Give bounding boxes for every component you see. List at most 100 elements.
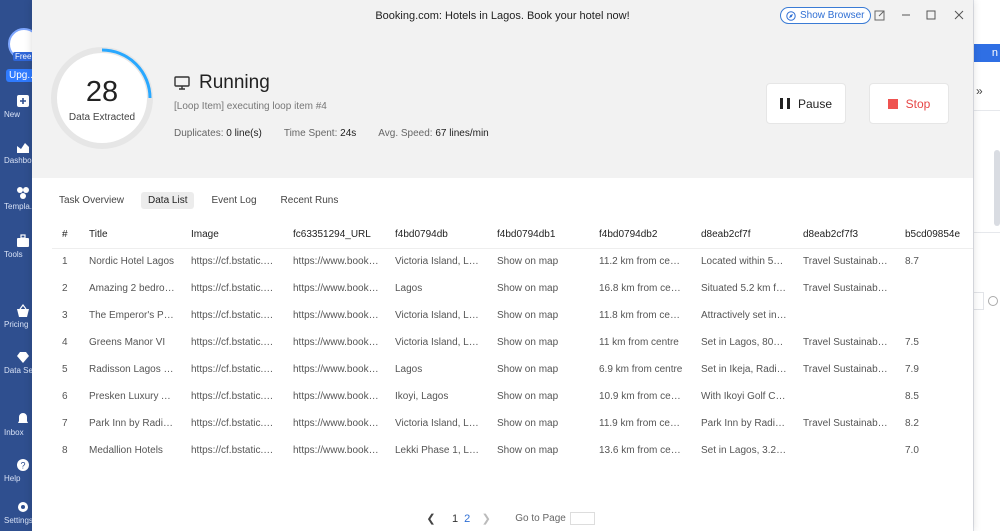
- minimize-icon[interactable]: [900, 9, 912, 21]
- table-cell: Travel Sustainable ...: [803, 418, 895, 429]
- tab-task-overview[interactable]: Task Overview: [52, 192, 131, 209]
- table-cell: [895, 302, 973, 329]
- goto-page-input[interactable]: [569, 512, 595, 525]
- column-header[interactable]: Title: [79, 222, 181, 249]
- chevron-left-icon[interactable]: ❮: [425, 512, 437, 525]
- dashboard-icon: [17, 143, 29, 153]
- table-cell: Show on map: [497, 337, 559, 348]
- column-header[interactable]: fc63351294_URL: [283, 222, 385, 249]
- maximize-icon[interactable]: [925, 9, 937, 21]
- sidebar-item-templates[interactable]: Templa...: [0, 186, 34, 211]
- page-1[interactable]: 1: [452, 513, 458, 525]
- table-cell: Victoria Island, Lag...: [395, 337, 487, 348]
- table-cell: https://cf.bstatic.co...: [191, 445, 283, 456]
- table-row[interactable]: 1 Nordic Hotel Lagos https://cf.bstatic.co…: [52, 248, 973, 275]
- duplicates-stat: Duplicates: 0 line(s): [174, 128, 262, 139]
- table-cell: Medallion Hotels: [89, 445, 163, 456]
- background-primary-button[interactable]: n: [974, 44, 1000, 62]
- table-cell: Attractively set in L...: [701, 310, 793, 321]
- table-cell: [895, 275, 973, 302]
- edit-icon[interactable]: [874, 9, 886, 21]
- free-badge: Free: [13, 52, 34, 61]
- page-2[interactable]: 2: [464, 513, 470, 525]
- table-cell: https://www.booki...: [293, 337, 380, 348]
- sidebar-item-new[interactable]: New: [0, 94, 34, 119]
- sidebar-item-settings[interactable]: Settings: [0, 500, 34, 525]
- table-cell: https://www.booki...: [293, 310, 380, 321]
- table-cell: Lagos: [395, 364, 423, 375]
- divider: [974, 232, 1000, 233]
- table-cell: Victoria Island, Lag...: [395, 310, 487, 321]
- tab-recent-runs[interactable]: Recent Runs: [274, 192, 346, 209]
- table-cell: Park Inn by Radiss...: [89, 418, 181, 429]
- upgrade-button[interactable]: Upg...: [6, 69, 34, 82]
- sidebar-item-inbox[interactable]: Inbox: [0, 412, 34, 437]
- app-sidebar: Free Upg... New Dashbo... Templa... Tool…: [0, 0, 34, 531]
- column-header[interactable]: d8eab2cf7f: [691, 222, 793, 249]
- table-cell: 8: [62, 445, 68, 456]
- column-header[interactable]: f4bd0794db2: [589, 222, 691, 249]
- table-cell: 8.2: [905, 418, 919, 429]
- sidebar-item-data-service[interactable]: Data Se...: [0, 350, 34, 375]
- status-row: Running: [174, 72, 270, 94]
- title-bar: Booking.com: Hotels in Lagos. Book your …: [32, 0, 973, 32]
- table-cell: Set in Lagos, 800 ...: [701, 337, 790, 348]
- stop-button[interactable]: Stop: [869, 83, 949, 124]
- stop-icon: [887, 98, 898, 109]
- goto-page-label: Go to Page: [515, 513, 566, 524]
- column-header[interactable]: b5cd09854e: [895, 222, 973, 249]
- column-header[interactable]: Image: [181, 222, 283, 249]
- table-cell: [793, 437, 895, 464]
- show-browser-button[interactable]: Show Browser: [780, 7, 872, 24]
- table-cell: Lekki Phase 1, Lagos: [395, 445, 487, 456]
- help-icon: ?: [17, 459, 29, 471]
- background-input[interactable]: [974, 292, 984, 310]
- pause-button[interactable]: Pause: [766, 83, 846, 124]
- table-cell: Presken Luxury Ap...: [89, 391, 181, 402]
- table-cell: Amazing 2 bedroo...: [89, 283, 179, 294]
- table-cell: https://www.booki...: [293, 283, 380, 294]
- table-row[interactable]: 7 Park Inn by Radiss... https://cf.bstatic…: [52, 410, 973, 437]
- chevron-right-icon[interactable]: ❯: [480, 512, 492, 525]
- double-chevron-right-icon[interactable]: »: [976, 84, 983, 98]
- table-cell: The Emperor's Plac...: [89, 310, 181, 321]
- close-icon[interactable]: [953, 9, 965, 21]
- table-cell: Travel Sustainable ...: [803, 364, 895, 375]
- table-row[interactable]: 5 Radisson Lagos Ikeja https://cf.bstatic.…: [52, 356, 973, 383]
- table-cell: 11 km from centre: [599, 337, 679, 348]
- table-row[interactable]: 2 Amazing 2 bedroo... https://cf.bstatic.c…: [52, 275, 973, 302]
- column-header[interactable]: d8eab2cf7f3: [793, 222, 895, 249]
- tab-event-log[interactable]: Event Log: [204, 192, 263, 209]
- table-row[interactable]: 6 Presken Luxury Ap... https://cf.bstatic.…: [52, 383, 973, 410]
- extracted-count-label: Data Extracted: [68, 112, 136, 123]
- table-cell: 6.9 km from centre: [599, 364, 683, 375]
- table-cell: Set in Ikeja, Radiss...: [701, 364, 793, 375]
- table-cell: Set in Lagos, 3.2 k...: [701, 445, 793, 456]
- more-icon[interactable]: [988, 296, 998, 306]
- pricing-icon: [17, 304, 29, 317]
- scrollbar[interactable]: [994, 150, 1000, 226]
- run-summary: 28 Data Extracted Running [Loop Item] ex…: [32, 32, 973, 178]
- table-row[interactable]: 8 Medallion Hotels https://cf.bstatic.co..…: [52, 437, 973, 464]
- sidebar-item-help[interactable]: ? Help: [0, 458, 34, 483]
- pause-icon: [779, 98, 790, 109]
- column-header[interactable]: f4bd0794db: [385, 222, 487, 249]
- table-cell: https://cf.bstatic.co...: [191, 310, 283, 321]
- sidebar-item-tools[interactable]: Tools: [0, 234, 34, 259]
- column-header[interactable]: #: [52, 222, 79, 249]
- table-row[interactable]: 3 The Emperor's Plac... https://cf.bstatic…: [52, 302, 973, 329]
- compass-icon: [786, 10, 796, 21]
- table-cell: Located within 550...: [701, 256, 793, 268]
- sidebar-item-dashboard[interactable]: Dashbo...: [0, 140, 34, 165]
- sidebar-item-pricing[interactable]: Pricing: [0, 304, 34, 329]
- table-row[interactable]: 4 Greens Manor VI https://cf.bstatic.co...…: [52, 329, 973, 356]
- column-header[interactable]: f4bd0794db1: [487, 222, 589, 249]
- table-cell: https://cf.bstatic.co...: [191, 418, 283, 429]
- table-cell: https://cf.bstatic.co...: [191, 256, 283, 268]
- table-cell: 8.7: [905, 256, 919, 268]
- run-status: Running: [199, 72, 270, 93]
- tab-data-list[interactable]: Data List: [141, 192, 195, 209]
- time-spent-stat: Time Spent: 24s: [283, 128, 357, 139]
- table-cell: 7: [62, 418, 68, 429]
- data-table: # Title Image fc63351294_URL f4bd0794db f4bd0…: [52, 222, 973, 467]
